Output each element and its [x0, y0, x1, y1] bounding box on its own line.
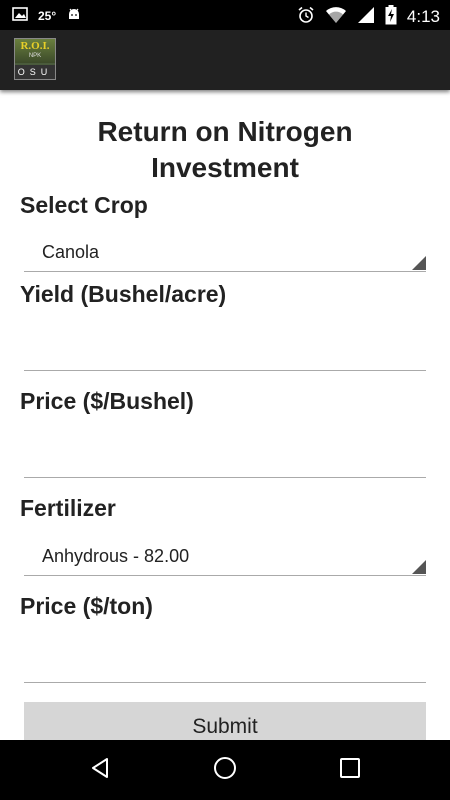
price-ton-input[interactable]	[24, 642, 426, 683]
price-ton-label: Price ($/ton)	[20, 593, 153, 619]
fertilizer-label: Fertilizer	[20, 495, 116, 521]
logo-top-text: R.O.I.	[15, 39, 55, 63]
battery-charging-icon	[385, 5, 397, 28]
yield-label: Yield (Bushel/acre)	[20, 281, 227, 307]
home-button[interactable]	[200, 752, 250, 788]
yield-input[interactable]	[24, 330, 426, 371]
logo-bottom-text: OSU	[15, 65, 55, 79]
app-bar: R.O.I. NPK OSU	[0, 30, 450, 90]
crop-spinner[interactable]: Canola	[24, 235, 426, 272]
recents-button[interactable]	[325, 752, 375, 788]
logo-middle-text: NPK	[28, 53, 42, 59]
page-title: Return on Nitrogen Investment	[97, 116, 353, 183]
wifi-icon	[325, 6, 347, 27]
back-button[interactable]	[75, 752, 125, 788]
submit-button[interactable]: Submit	[24, 702, 426, 740]
select-crop-label: Select Crop	[20, 192, 148, 218]
android-icon	[66, 6, 82, 25]
alarm-icon	[297, 6, 315, 27]
navigation-bar	[0, 740, 450, 800]
crop-spinner-value: Canola	[42, 242, 100, 262]
image-icon	[12, 7, 28, 24]
temperature-text: 25°	[38, 8, 57, 23]
dropdown-arrow-icon	[412, 560, 426, 574]
clock-text: 4:13	[406, 6, 440, 26]
signal-icon	[357, 6, 375, 27]
back-icon	[88, 756, 112, 785]
fertilizer-spinner-value: Anhydrous - 82.00	[42, 546, 190, 566]
status-bar: 25° 4:13	[0, 0, 450, 30]
recents-icon	[339, 757, 361, 784]
fertilizer-spinner[interactable]: Anhydrous - 82.00	[24, 539, 426, 576]
app-logo: R.O.I. NPK OSU	[14, 38, 56, 80]
dropdown-arrow-icon	[412, 256, 426, 270]
price-bushel-label: Price ($/Bushel)	[20, 388, 194, 414]
price-bushel-input[interactable]	[24, 437, 426, 478]
home-icon	[212, 755, 238, 786]
form-content: Return on Nitrogen Investment Select Cro…	[0, 90, 450, 740]
